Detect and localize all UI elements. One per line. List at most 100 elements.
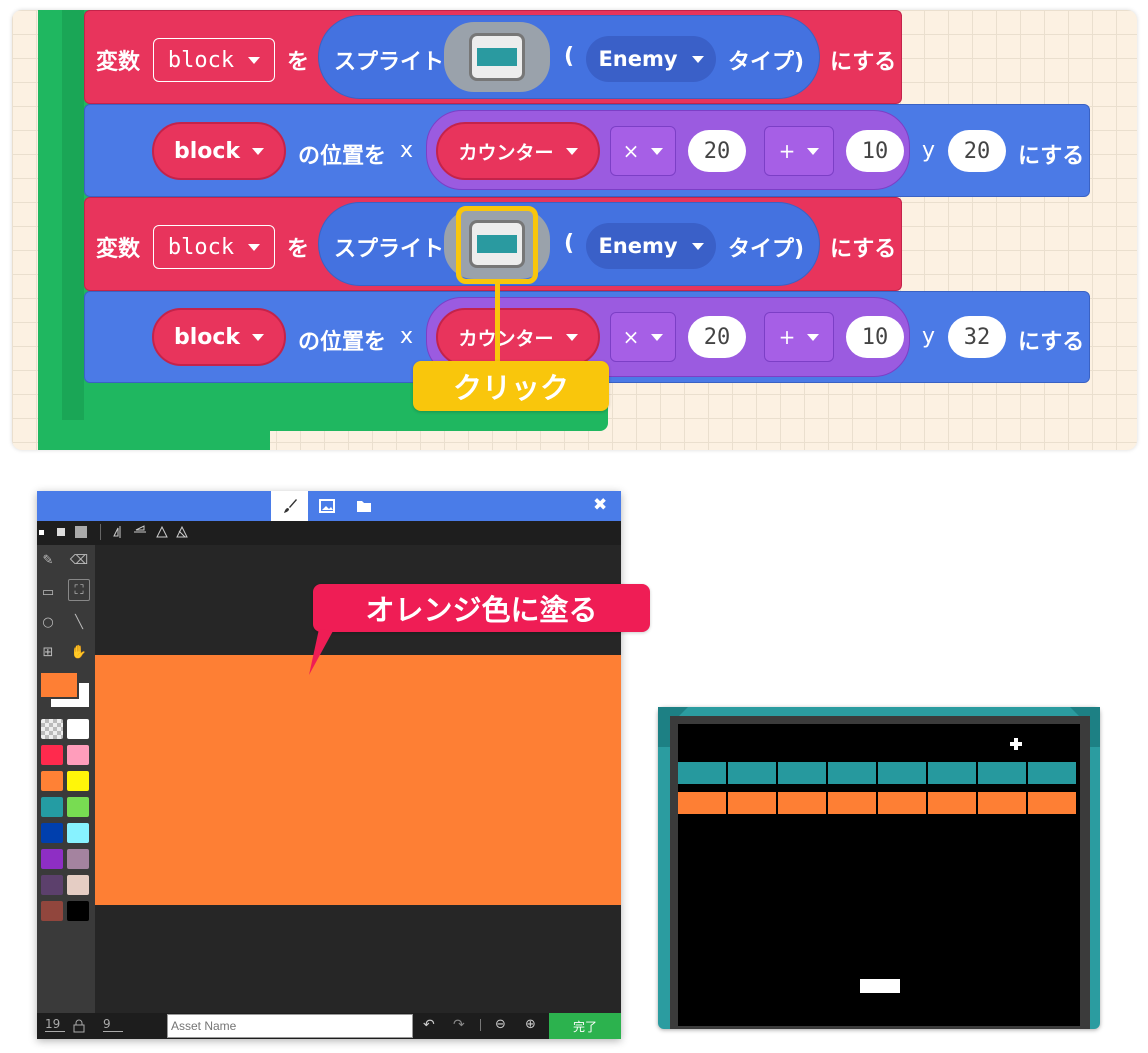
game-screen	[678, 724, 1080, 1026]
orange-brick-row	[678, 792, 1080, 814]
fill-bucket-icon[interactable]: ⛶	[68, 579, 90, 601]
wo-label: を	[287, 50, 310, 75]
position-variable-dropdown[interactable]: block	[152, 122, 286, 180]
line-icon[interactable]: ╲	[68, 611, 90, 633]
sprite-thumbnail	[469, 33, 525, 81]
chevron-down-icon	[248, 243, 261, 251]
operator-symbol: ×	[622, 325, 640, 349]
kind-value: Enemy	[598, 47, 678, 71]
counter-dropdown[interactable]: カウンター	[436, 122, 600, 180]
eraser-icon[interactable]: ⌫	[68, 549, 90, 571]
counter-label: カウンター	[458, 327, 554, 350]
kind-dropdown[interactable]: Enemy	[586, 223, 716, 269]
variable-name: block	[173, 138, 241, 164]
marquee-icon[interactable]: ⊞	[37, 641, 59, 663]
brush-size-medium-icon[interactable]	[57, 528, 65, 536]
circle-icon[interactable]: ○	[37, 611, 59, 633]
flip-vertical-icon[interactable]	[133, 525, 147, 539]
palette-swatch[interactable]	[67, 849, 89, 869]
palette-swatch[interactable]	[67, 719, 89, 739]
palette-swatch[interactable]	[41, 797, 63, 817]
brush-size-large-icon[interactable]	[75, 526, 87, 538]
rectangle-icon[interactable]: ▭	[37, 581, 59, 603]
block-workspace[interactable]: 変数 block を スプライト ( Enemy タイプ) にする block …	[12, 10, 1137, 450]
multiply-operator[interactable]: ×	[610, 312, 676, 362]
brush-size-small-icon[interactable]	[39, 530, 44, 535]
loop-block-bottom	[38, 430, 270, 450]
multiply-operator[interactable]: ×	[610, 126, 676, 176]
asset-name-input[interactable]	[167, 1014, 413, 1038]
y-input[interactable]: 20	[948, 130, 1006, 172]
click-callout: クリック	[413, 361, 609, 411]
offset-input[interactable]: 10	[846, 316, 904, 358]
palette-swatch[interactable]	[41, 901, 63, 921]
plus-operator[interactable]: +	[764, 126, 834, 176]
variable-dropdown[interactable]: block	[153, 225, 275, 269]
flip-horizontal-icon[interactable]	[113, 525, 127, 539]
rotate-ccw-icon[interactable]	[155, 525, 169, 539]
brick	[778, 792, 826, 814]
zoom-in-icon[interactable]: ⊕	[525, 1017, 536, 1032]
tab-gallery[interactable]	[308, 491, 345, 521]
filled-orange-region	[95, 655, 621, 905]
multiplier-input[interactable]: 20	[688, 316, 746, 358]
close-icon[interactable]: ✖	[593, 495, 607, 515]
palette-swatch[interactable]	[41, 745, 63, 765]
brick	[828, 762, 876, 784]
zoom-out-icon[interactable]: ⊖	[495, 1017, 506, 1032]
tab-my-assets[interactable]	[345, 491, 382, 521]
palette-swatch[interactable]	[41, 849, 63, 869]
counter-dropdown[interactable]: カウンター	[436, 308, 600, 366]
rotate-cw-icon[interactable]	[175, 525, 189, 539]
brick	[678, 762, 726, 784]
undo-icon[interactable]: ↶	[423, 1017, 435, 1033]
game-simulator[interactable]	[658, 707, 1100, 1029]
operator-symbol: ×	[622, 139, 640, 163]
pan-hand-icon[interactable]: ✋	[68, 641, 90, 663]
tab-paint[interactable]	[271, 491, 308, 521]
x-label: x	[400, 324, 414, 349]
plus-operator[interactable]: +	[764, 312, 834, 362]
palette-swatch[interactable]	[41, 771, 63, 791]
palette-swatch[interactable]	[41, 719, 63, 739]
palette-swatch[interactable]	[67, 745, 89, 765]
palette-swatch[interactable]	[67, 771, 89, 791]
chevron-down-icon	[248, 56, 261, 64]
ball-icon	[1010, 738, 1022, 750]
palette-swatch[interactable]	[67, 823, 89, 843]
foreground-color-swatch[interactable]	[39, 671, 79, 699]
variable-dropdown[interactable]: block	[153, 38, 275, 82]
offset-input[interactable]: 10	[846, 130, 904, 172]
chevron-down-icon	[565, 147, 578, 155]
pencil-icon[interactable]: ✎	[37, 549, 59, 571]
lock-icon[interactable]	[73, 1019, 85, 1033]
suru-label: にする	[1018, 144, 1085, 169]
chevron-down-icon	[252, 147, 265, 155]
canvas-height[interactable]: 9	[103, 1017, 123, 1032]
loop-inner-shadow	[62, 10, 84, 420]
position-label: の位置を	[298, 144, 387, 169]
paintbrush-icon	[283, 499, 297, 513]
done-button[interactable]: 完了	[549, 1013, 621, 1039]
editor-header: ✖	[37, 491, 621, 521]
folder-icon	[356, 501, 371, 512]
palette-swatch[interactable]	[67, 797, 89, 817]
palette-swatch[interactable]	[41, 875, 63, 895]
position-variable-dropdown[interactable]: block	[152, 308, 286, 366]
suru-label: にする	[1018, 330, 1085, 355]
brick	[978, 762, 1026, 784]
multiplier-input[interactable]: 20	[688, 130, 746, 172]
paddle	[860, 979, 900, 993]
canvas-width[interactable]: 19	[45, 1017, 65, 1032]
brick	[978, 792, 1026, 814]
brick	[678, 792, 726, 814]
palette-swatch[interactable]	[41, 823, 63, 843]
kind-dropdown[interactable]: Enemy	[586, 36, 716, 82]
brick	[928, 792, 976, 814]
palette-swatch[interactable]	[67, 901, 89, 921]
type-label: タイプ)	[728, 237, 805, 262]
sprite-image-picker[interactable]	[444, 22, 550, 92]
redo-icon[interactable]: ↷	[453, 1017, 465, 1033]
y-input[interactable]: 32	[948, 316, 1006, 358]
palette-swatch[interactable]	[67, 875, 89, 895]
